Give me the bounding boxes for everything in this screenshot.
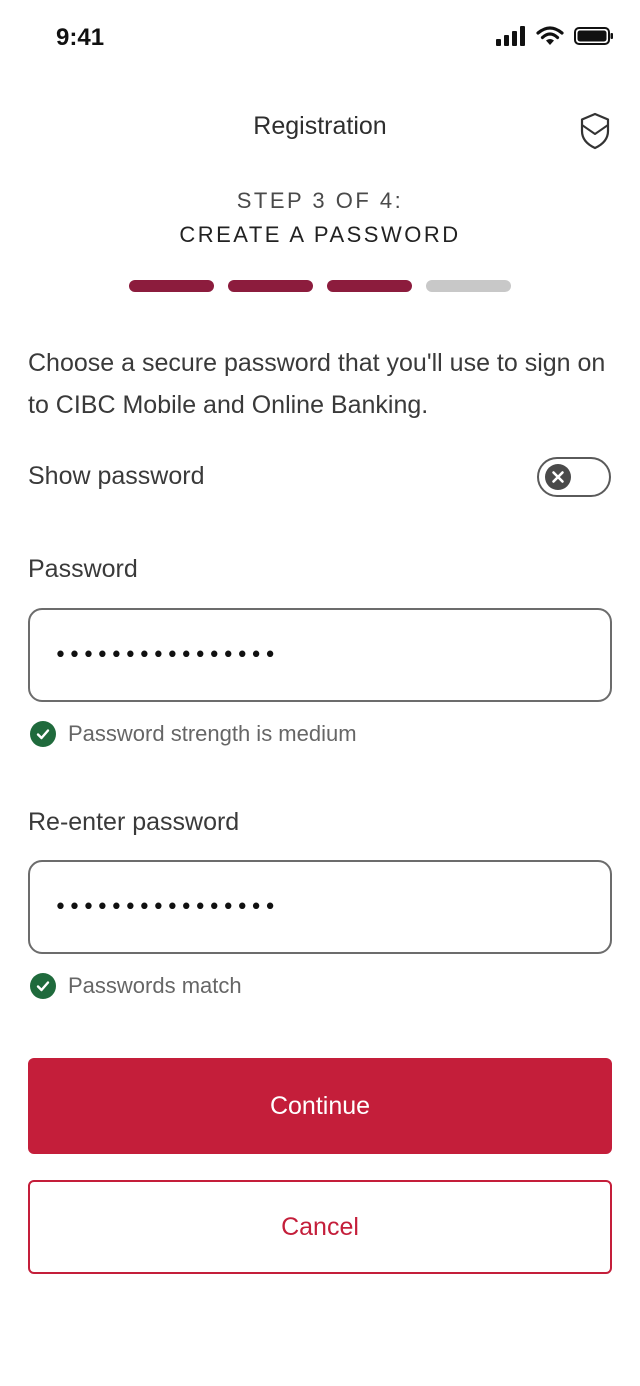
battery-icon: [574, 27, 613, 45]
wifi-icon: [536, 26, 564, 45]
progress-segment: [129, 280, 214, 292]
step-title: CREATE A PASSWORD: [179, 222, 461, 247]
reenter-password-field-container: [28, 860, 612, 954]
progress-segment: [228, 280, 313, 292]
passwords-match-text: Passwords match: [68, 973, 242, 998]
cellular-signal-icon: [496, 26, 525, 46]
status-icons: [496, 26, 614, 46]
step-progress: [129, 280, 511, 292]
password-field-container: [28, 608, 612, 702]
status-time: 9:41: [56, 24, 105, 51]
progress-segment: [327, 280, 412, 292]
intro-text: Choose a secure password that you'll use…: [28, 349, 606, 419]
password-strength-text: Password strength is medium: [68, 721, 357, 746]
reenter-password-input[interactable]: [54, 884, 584, 930]
progress-segment: [426, 280, 511, 292]
check-circle-icon: [30, 973, 56, 999]
password-label: Password: [28, 555, 138, 583]
show-password-toggle[interactable]: [537, 457, 611, 497]
step-counter: STEP 3 OF 4:: [236, 188, 404, 213]
continue-button[interactable]: Continue: [28, 1058, 612, 1154]
show-password-label: Show password: [28, 462, 205, 490]
page-title: Registration: [253, 112, 387, 140]
passwords-match-hint: Passwords match: [30, 973, 242, 999]
reenter-password-label: Re-enter password: [28, 808, 240, 836]
cancel-button[interactable]: Cancel: [28, 1180, 612, 1274]
close-icon: [545, 464, 571, 490]
password-input[interactable]: [54, 632, 584, 678]
shield-icon[interactable]: [579, 112, 611, 150]
check-circle-icon: [30, 721, 56, 747]
status-bar: 9:41: [0, 0, 640, 80]
password-strength-hint: Password strength is medium: [30, 721, 357, 747]
